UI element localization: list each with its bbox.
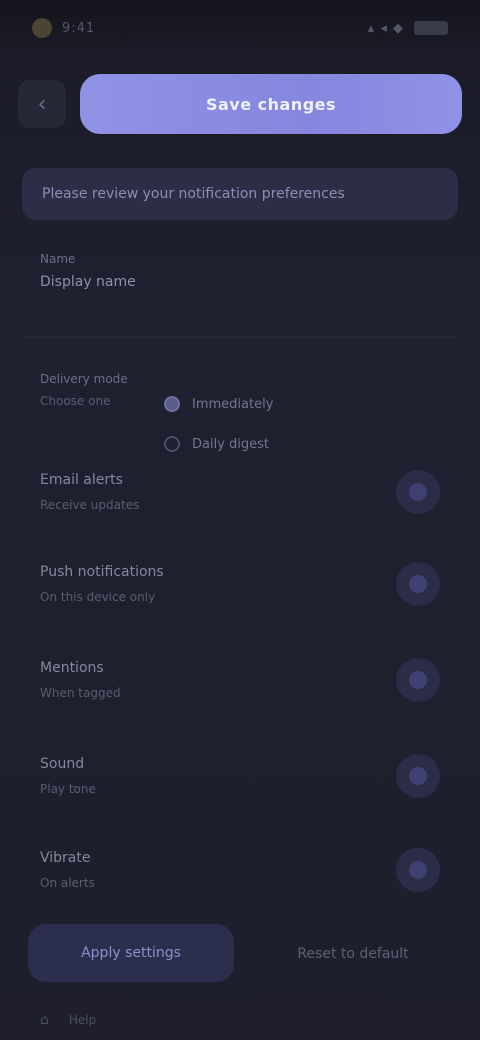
setting-row-push[interactable]: Push notifications On this device only <box>22 544 458 624</box>
setting-row-vibrate[interactable]: Vibrate On alerts <box>22 830 458 910</box>
status-time: 9:41 <box>62 20 96 36</box>
info-banner-text: Please review your notification preferen… <box>42 186 345 202</box>
radio-option-daily-digest[interactable]: Daily digest <box>164 436 273 452</box>
status-left: 9:41 <box>32 18 95 38</box>
setting-title: Vibrate <box>40 850 91 866</box>
radio-unselected-icon <box>164 436 180 452</box>
setting-text: Sound Play tone <box>40 756 96 796</box>
setting-subtitle: Receive updates <box>40 498 140 512</box>
info-banner: Please review your notification preferen… <box>22 168 458 220</box>
toggle-mentions[interactable] <box>396 658 440 702</box>
toggle-knob <box>409 671 427 689</box>
toggle-knob <box>409 767 427 785</box>
settings-screen: 9:41 ▴ ◂ ◆ ‹ Save changes Please review … <box>0 0 480 1040</box>
setting-row-sound[interactable]: Sound Play tone <box>22 736 458 816</box>
toggle-push[interactable] <box>396 562 440 606</box>
toggle-sound[interactable] <box>396 754 440 798</box>
setting-text: Email alerts Receive updates <box>40 472 139 512</box>
divider <box>22 336 458 337</box>
primary-action-button[interactable]: Save changes <box>80 74 462 134</box>
setting-row-mentions[interactable]: Mentions When tagged <box>22 640 458 720</box>
setting-subtitle: On alerts <box>40 876 95 890</box>
setting-title: Sound <box>40 756 85 772</box>
footer: ⌂ Help <box>0 1000 480 1040</box>
app-dot-icon <box>32 18 52 38</box>
top-bar: ‹ Save changes <box>0 68 480 140</box>
radio-selected-icon <box>164 396 180 412</box>
radio-option-label: Daily digest <box>192 436 270 452</box>
delivery-mode-field: Delivery mode Choose one <box>40 372 128 408</box>
delivery-mode-label: Delivery mode <box>40 372 128 386</box>
name-field[interactable]: Name Display name <box>40 252 136 290</box>
toggle-email[interactable] <box>396 470 440 514</box>
toggle-vibrate[interactable] <box>396 848 440 892</box>
apply-button-label: Apply settings <box>81 945 181 961</box>
primary-action-label: Save changes <box>205 94 337 114</box>
home-icon[interactable]: ⌂ <box>40 1012 49 1028</box>
toggle-knob <box>409 483 427 501</box>
setting-subtitle: On this device only <box>40 590 156 604</box>
name-field-value[interactable]: Display name <box>40 274 136 290</box>
setting-title: Email alerts <box>40 472 123 488</box>
setting-subtitle: Play tone <box>40 782 96 796</box>
delivery-mode-radio-group: Immediately Daily digest <box>164 396 273 452</box>
radio-option-immediately[interactable]: Immediately <box>164 396 273 412</box>
status-bar: 9:41 ▴ ◂ ◆ <box>0 0 480 56</box>
reset-button[interactable]: Reset to default <box>278 930 428 978</box>
setting-row-email[interactable]: Email alerts Receive updates <box>22 452 458 532</box>
battery-icon <box>414 21 448 35</box>
back-button[interactable]: ‹ <box>18 80 66 128</box>
signal-icon: ▴ ◂ ◆ <box>367 20 404 36</box>
reset-button-label: Reset to default <box>297 946 409 962</box>
radio-option-label: Immediately <box>192 396 274 412</box>
setting-text: Push notifications On this device only <box>40 564 164 604</box>
setting-text: Vibrate On alerts <box>40 850 95 890</box>
setting-subtitle: When tagged <box>40 686 121 700</box>
toggle-knob <box>409 575 427 593</box>
status-right: ▴ ◂ ◆ <box>368 21 448 36</box>
setting-text: Mentions When tagged <box>40 660 121 700</box>
delivery-mode-sub: Choose one <box>40 394 111 408</box>
footer-help-link[interactable]: Help <box>69 1013 96 1027</box>
name-field-label: Name <box>40 252 76 266</box>
apply-button[interactable]: Apply settings <box>28 924 234 982</box>
setting-title: Push notifications <box>40 564 164 580</box>
chevron-left-icon: ‹ <box>37 91 47 117</box>
toggle-knob <box>409 861 427 879</box>
setting-title: Mentions <box>40 660 104 676</box>
